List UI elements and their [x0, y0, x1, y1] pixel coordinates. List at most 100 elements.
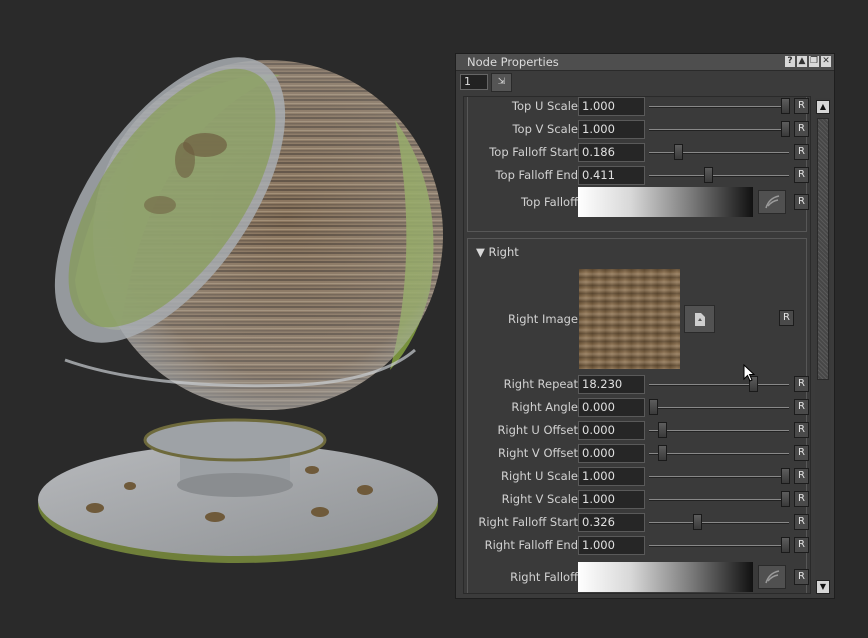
top-falloff-start-slider[interactable]: [649, 143, 789, 162]
top-falloff-end-row: Top Falloff End 0.411 R: [468, 164, 809, 187]
right-repeat-label: Right Repeat: [503, 377, 578, 391]
right-v-offset-slider-thumb[interactable]: [657, 445, 667, 461]
top-u-scale-slider-thumb[interactable]: [780, 98, 790, 114]
top-u-scale-slider[interactable]: [649, 97, 790, 116]
scrollbar-thumb[interactable]: [817, 118, 829, 380]
scroll-up-icon[interactable]: ▲: [816, 100, 830, 114]
right-u-scale-slider-track: [649, 476, 789, 478]
right-falloff-end-reset-button[interactable]: R: [794, 537, 809, 553]
right-repeat-slider[interactable]: [649, 375, 789, 394]
right-v-offset-slider-track: [649, 453, 789, 455]
right-v-scale-slider-thumb[interactable]: [780, 491, 790, 507]
top-v-scale-slider[interactable]: [649, 120, 790, 139]
top-u-scale-row: Top U Scale 1.000 R: [468, 97, 809, 118]
top-falloff-start-slider-thumb[interactable]: [674, 144, 684, 160]
right-falloff-gradient[interactable]: [578, 562, 753, 592]
top-falloff-start-input[interactable]: 0.186: [578, 143, 645, 162]
right-falloff-start-label: Right Falloff Start: [478, 515, 578, 529]
right-u-scale-reset-button[interactable]: R: [794, 468, 809, 484]
file-icon: [695, 313, 705, 326]
minimize-icon[interactable]: ▲: [797, 56, 807, 67]
right-image-reset-button[interactable]: R: [779, 310, 794, 326]
right-falloff-start-reset-button[interactable]: R: [794, 514, 809, 530]
right-falloff-edit-button[interactable]: [758, 565, 786, 589]
load-image-button[interactable]: [684, 305, 715, 333]
right-angle-input[interactable]: 0.000: [578, 398, 645, 417]
properties-content: Top U Scale 1.000 R Top V Scale 1.000 R Top Fa…: [463, 96, 811, 594]
help-icon[interactable]: ?: [785, 56, 795, 67]
vertical-scrollbar[interactable]: ▲ ▼: [815, 98, 831, 594]
right-falloff-end-slider[interactable]: [649, 536, 790, 555]
top-falloff-start-reset-button[interactable]: R: [794, 144, 809, 160]
top-v-scale-slider-track: [649, 129, 789, 131]
right-v-scale-row: Right V Scale 1.000 R: [468, 488, 809, 511]
top-u-scale-slider-track: [649, 106, 789, 108]
top-falloff-row: Top Falloff R: [468, 187, 809, 217]
panel-title: Node Properties: [467, 55, 559, 69]
scroll-down-icon[interactable]: ▼: [816, 580, 830, 594]
right-u-scale-slider[interactable]: [649, 467, 790, 486]
right-v-offset-input[interactable]: 0.000: [578, 444, 645, 463]
right-falloff-end-slider-track: [649, 545, 789, 547]
top-falloff-start-label: Top Falloff Start: [489, 145, 578, 159]
right-u-offset-slider-thumb[interactable]: [657, 422, 667, 438]
top-falloff-end-slider[interactable]: [649, 166, 789, 185]
right-v-scale-slider[interactable]: [649, 490, 790, 509]
top-falloff-edit-button[interactable]: [758, 190, 786, 214]
right-v-scale-reset-button[interactable]: R: [794, 491, 809, 507]
right-falloff-start-slider-thumb[interactable]: [692, 514, 702, 530]
right-falloff-end-label: Right Falloff End: [484, 538, 578, 552]
right-angle-slider-thumb[interactable]: [649, 399, 659, 415]
right-repeat-input[interactable]: 18.230: [578, 375, 645, 394]
right-u-offset-label: Right U Offset: [497, 423, 578, 437]
top-u-scale-input[interactable]: 1.000: [578, 97, 645, 116]
right-falloff-end-input[interactable]: 1.000: [578, 536, 645, 555]
right-angle-slider-track: [649, 407, 789, 409]
right-v-offset-reset-button[interactable]: R: [794, 445, 809, 461]
right-v-scale-input[interactable]: 1.000: [578, 490, 645, 509]
curve-icon: [765, 195, 780, 209]
right-repeat-slider-track: [649, 384, 789, 386]
3d-viewport[interactable]: [0, 0, 455, 635]
right-section-header[interactable]: ▼ Right: [476, 245, 519, 259]
right-image-thumbnail[interactable]: [579, 269, 680, 369]
top-falloff-gradient[interactable]: [578, 187, 753, 217]
right-v-scale-slider-track: [649, 499, 789, 501]
right-u-scale-slider-thumb[interactable]: [780, 468, 790, 484]
top-v-scale-reset-button[interactable]: R: [794, 121, 809, 137]
right-u-offset-reset-button[interactable]: R: [794, 422, 809, 438]
right-falloff-start-slider[interactable]: [649, 513, 789, 532]
right-repeat-reset-button[interactable]: R: [794, 376, 809, 392]
panel-toolbar: 1 ⇲: [456, 71, 834, 95]
top-u-scale-label: Top U Scale: [511, 99, 578, 113]
top-falloff-end-slider-thumb[interactable]: [703, 167, 713, 183]
right-u-offset-row: Right U Offset 0.000 R: [468, 419, 809, 442]
node-number-field[interactable]: 1: [460, 74, 488, 90]
panel-titlebar[interactable]: Node Properties ? ▲ ❐ ✕: [456, 54, 834, 71]
top-falloff-end-label: Top Falloff End: [495, 168, 578, 182]
top-v-scale-slider-thumb[interactable]: [780, 121, 790, 137]
right-v-offset-slider[interactable]: [649, 444, 789, 463]
right-falloff-reset-button[interactable]: R: [794, 569, 809, 585]
top-v-scale-input[interactable]: 1.000: [578, 120, 645, 139]
pin-button[interactable]: ⇲: [491, 73, 512, 92]
top-v-scale-row: Top V Scale 1.000 R: [468, 118, 809, 141]
right-u-offset-input[interactable]: 0.000: [578, 421, 645, 440]
right-falloff-row: Right Falloff R: [468, 562, 809, 592]
top-falloff-end-reset-button[interactable]: R: [794, 167, 809, 183]
top-u-scale-reset-button[interactable]: R: [794, 98, 809, 114]
right-u-offset-slider[interactable]: [649, 421, 789, 440]
right-falloff-start-slider-track: [649, 522, 789, 524]
right-u-scale-input[interactable]: 1.000: [578, 467, 645, 486]
restore-icon[interactable]: ❐: [809, 56, 819, 67]
right-falloff-start-input[interactable]: 0.326: [578, 513, 645, 532]
top-falloff-reset-button[interactable]: R: [794, 194, 809, 210]
close-icon[interactable]: ✕: [821, 56, 831, 67]
right-angle-label: Right Angle: [511, 400, 578, 414]
right-falloff-end-slider-thumb[interactable]: [780, 537, 790, 553]
right-angle-reset-button[interactable]: R: [794, 399, 809, 415]
top-falloff-label: Top Falloff: [520, 195, 578, 209]
top-falloff-end-input[interactable]: 0.411: [578, 166, 645, 185]
right-angle-slider[interactable]: [649, 398, 789, 417]
curve-icon: [765, 570, 780, 584]
